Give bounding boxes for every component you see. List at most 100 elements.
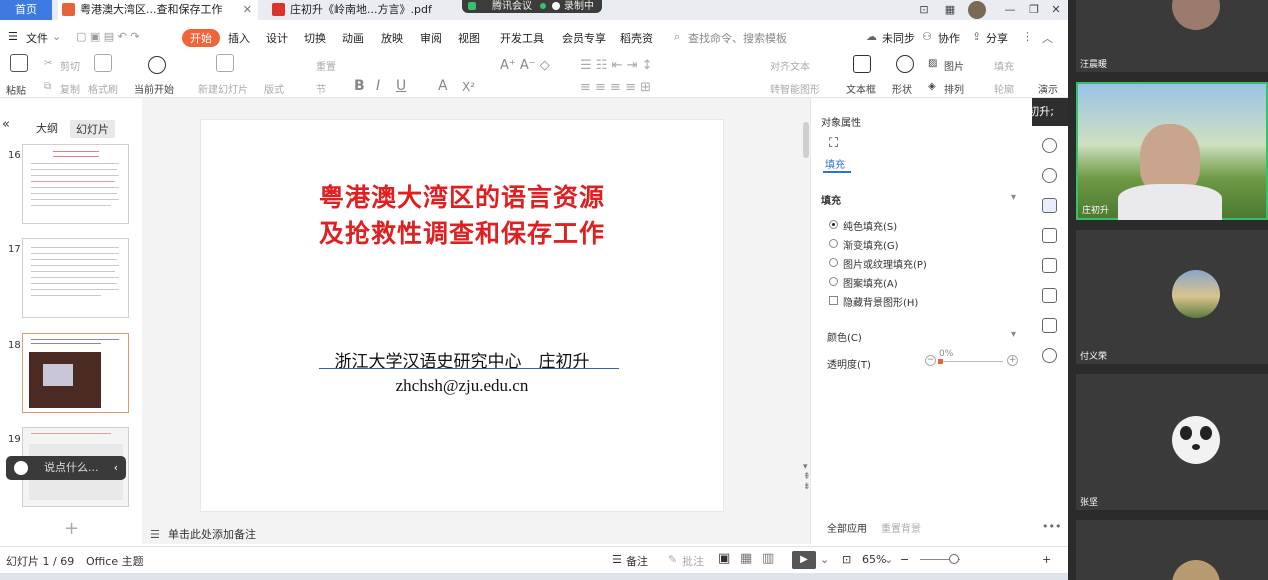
photo-icon[interactable] — [1042, 288, 1057, 303]
reset-background-button[interactable]: 重置背景 — [881, 520, 921, 535]
cut-button[interactable]: 剪切 — [60, 58, 80, 73]
normal-view-icon[interactable]: ▣ — [718, 551, 730, 566]
comments-toggle[interactable]: 批注 — [682, 553, 704, 569]
collapse-pane-icon[interactable]: « — [2, 117, 10, 132]
menu-design[interactable]: 设计 — [266, 30, 288, 46]
textbox-icon[interactable] — [853, 55, 871, 73]
slide-thumbnail-17[interactable] — [22, 238, 129, 318]
font-size-icons[interactable]: A⁺ A⁻ ◇ — [500, 58, 550, 73]
menu-developer[interactable]: 开发工具 — [500, 30, 544, 46]
menu-view[interactable]: 视图 — [458, 30, 480, 46]
participant-tile[interactable]: 汪晨暖 — [1076, 0, 1268, 72]
menu-insert[interactable]: 插入 — [228, 30, 250, 46]
tab-presentation[interactable]: 粤港澳大湾区...查和保存工作 ✕ — [58, 0, 258, 20]
chevron-down-icon[interactable]: ⌄ — [820, 553, 829, 566]
vertical-scrollbar[interactable] — [803, 122, 809, 158]
zoom-slider-thumb[interactable] — [949, 554, 959, 564]
chevron-down-icon[interactable]: ⌄ — [884, 553, 893, 566]
align-icons[interactable]: ≡ ≡ ≡ ≡ ⊞ — [580, 80, 651, 95]
tab-home[interactable]: 首页 — [0, 0, 52, 20]
radio-pattern-fill[interactable] — [829, 277, 838, 286]
minimize-icon[interactable]: — — [1002, 2, 1018, 18]
shape-icon[interactable] — [896, 55, 914, 73]
arrange-button[interactable]: 排列 — [944, 81, 964, 96]
shape-button[interactable]: 形状 — [892, 81, 912, 96]
more-options-icon[interactable]: ••• — [1042, 520, 1061, 533]
zoom-level[interactable]: 65% — [862, 553, 886, 566]
format-painter-icon[interactable] — [94, 54, 112, 72]
command-search-input[interactable]: 查找命令、搜索模板 — [688, 30, 787, 46]
menu-docer[interactable]: 稻壳资 — [620, 30, 653, 46]
user-avatar[interactable] — [968, 1, 986, 19]
more-icon[interactable]: ⋮ — [1022, 30, 1033, 43]
hide-bg-checkbox[interactable] — [829, 296, 838, 305]
pane-title[interactable]: 对象属性 — [821, 114, 861, 129]
location-icon[interactable] — [1042, 348, 1057, 363]
list-icons[interactable]: ☰ ☷ ⇤ ⇥ ↕ — [580, 58, 653, 73]
menu-file[interactable]: 文件 — [26, 30, 48, 46]
share-button[interactable]: 分享 — [986, 30, 1008, 46]
new-slide-button[interactable]: 新建幻灯片 — [198, 81, 248, 96]
close-icon[interactable]: ✕ — [243, 0, 252, 20]
decrease-icon[interactable]: − — [925, 355, 936, 366]
option-pattern-fill[interactable]: 图案填充(A) — [843, 275, 898, 290]
restore-icon[interactable]: ❐ — [1026, 2, 1042, 18]
layout-2-icon[interactable]: ⊡ — [916, 2, 932, 18]
notes-toggle[interactable]: 备注 — [626, 553, 648, 569]
collab-button[interactable]: 协作 — [938, 30, 960, 46]
fit-window-icon[interactable]: ⊡ — [842, 553, 851, 566]
reset-button[interactable]: 重置 — [316, 58, 336, 73]
cube-icon[interactable] — [1042, 318, 1057, 333]
slide-email[interactable]: zhchsh@zju.edu.cn — [201, 376, 723, 396]
smart-art-button[interactable]: 转智能图形 — [770, 81, 820, 96]
menu-review[interactable]: 审阅 — [420, 30, 442, 46]
zoom-in-icon[interactable]: + — [1042, 553, 1051, 566]
menu-member[interactable]: 会员专享 — [562, 30, 606, 46]
menu-start[interactable]: 开始 — [182, 29, 220, 47]
transparency-slider-thumb[interactable] — [938, 359, 943, 364]
font-color-button[interactable]: A — [438, 78, 448, 94]
rocket-icon[interactable] — [1042, 138, 1057, 153]
menu-animation[interactable]: 动画 — [342, 30, 364, 46]
collapse-ribbon-icon[interactable]: ︿ — [1042, 30, 1053, 46]
menu-slideshow[interactable]: 放映 — [381, 30, 403, 46]
radio-solid-fill[interactable] — [829, 220, 838, 229]
slide-thumbnail-16[interactable] — [22, 144, 129, 224]
radio-gradient-fill[interactable] — [829, 239, 838, 248]
chevron-down-icon[interactable]: ▾ — [1011, 329, 1016, 340]
textbox-button[interactable]: 文本框 — [846, 81, 876, 96]
option-picture-fill[interactable]: 图片或纹理填充(P) — [843, 256, 927, 271]
sorter-view-icon[interactable]: ▦ — [740, 551, 752, 566]
unsynced-button[interactable]: 未同步 — [882, 30, 915, 46]
play-from-current-button[interactable]: 当前开始 — [134, 81, 174, 96]
layout-button[interactable]: 版式 — [264, 81, 284, 96]
active-speaker-tile[interactable]: 庄初升 — [1076, 82, 1268, 220]
picture-button[interactable]: 图片 — [944, 58, 964, 73]
notes-area[interactable]: ☰ 单击此处添加备注 — [142, 524, 810, 546]
bold-button[interactable]: B — [354, 78, 365, 94]
participant-tile[interactable] — [1076, 520, 1268, 580]
chevron-down-icon[interactable]: ▾ — [1011, 192, 1016, 203]
window-close-icon[interactable]: ✕ — [1048, 2, 1064, 18]
add-slide-icon[interactable]: + — [64, 518, 79, 539]
tab-pdf[interactable]: 庄初升《岭南地...方言》.pdf — [268, 0, 458, 20]
paste-icon[interactable] — [10, 54, 28, 72]
participant-tile[interactable]: 付义荣 — [1076, 230, 1268, 364]
grid-icon[interactable]: ▦ — [942, 2, 958, 18]
help-icon[interactable] — [1042, 168, 1057, 183]
superscript-button[interactable]: X² — [462, 80, 475, 94]
comment-input[interactable]: 说点什么... ‹ — [6, 456, 126, 480]
fill-button[interactable]: 填充 — [994, 58, 1014, 73]
meeting-indicator[interactable]: 腾讯会议 录制中 — [462, 0, 602, 13]
play-slideshow-button[interactable]: ▶ — [792, 551, 816, 569]
fill-tab[interactable]: 填充 — [825, 156, 845, 171]
hide-bg-label[interactable]: 隐藏背景图形(H) — [843, 294, 918, 309]
new-slide-icon[interactable] — [216, 54, 234, 72]
play-icon[interactable] — [148, 56, 166, 74]
format-painter-button[interactable]: 格式刷 — [88, 81, 118, 96]
radio-picture-fill[interactable] — [829, 258, 838, 267]
chevron-down-icon[interactable]: ⌄ — [52, 30, 61, 43]
paste-button[interactable]: 粘贴 — [6, 82, 26, 97]
increase-icon[interactable]: + — [1007, 355, 1018, 366]
copy-button[interactable]: 复制 — [60, 81, 80, 96]
